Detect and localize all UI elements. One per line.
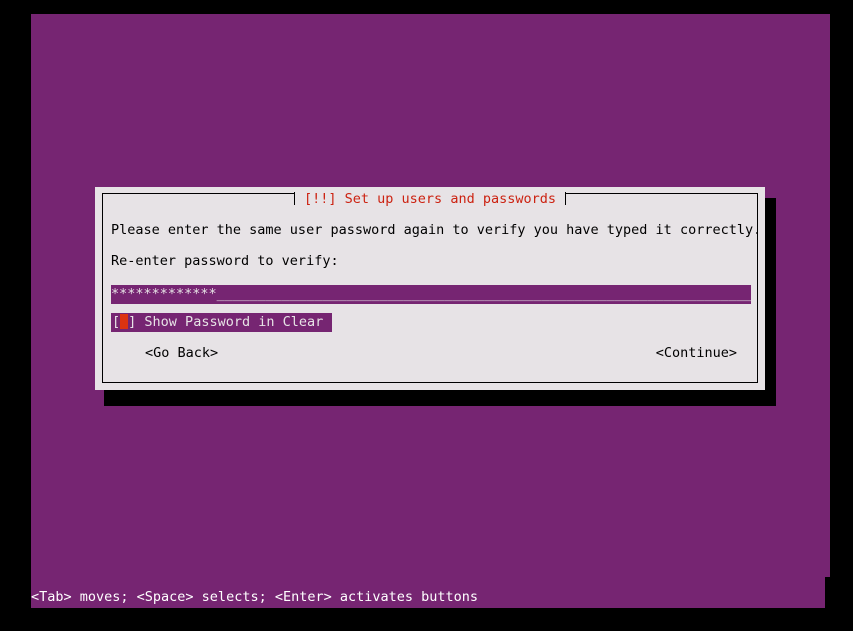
password-input[interactable]: *************___________________________… (111, 285, 751, 304)
continue-button[interactable]: <Continue> (656, 344, 737, 362)
password-prompt-label: Re-enter password to verify: (111, 253, 339, 269)
setup-users-dialog: [!!] Set up users and passwords Please e… (95, 187, 765, 390)
dialog-titlebar: [!!] Set up users and passwords (95, 190, 765, 207)
dialog-button-row: <Go Back> <Continue> (111, 344, 751, 362)
password-field-filler: ________________________________________… (216, 286, 751, 302)
dialog-title: [!!] Set up users and passwords (294, 191, 566, 207)
password-masked-value: ************* (111, 286, 217, 302)
checkbox-open-bracket: [ (112, 314, 121, 330)
go-back-button[interactable]: <Go Back> (145, 344, 218, 362)
intro-text: Please enter the same user password agai… (111, 222, 762, 238)
show-password-checkbox[interactable]: [] Show Password in Clear (111, 313, 333, 332)
dialog-body: Please enter the same user password agai… (111, 217, 761, 380)
checkbox-cursor (120, 314, 129, 329)
checkbox-label: Show Password in Clear (144, 314, 324, 330)
installer-screen: [!!] Set up users and passwords Please e… (0, 0, 853, 631)
status-bar-hints: <Tab> moves; <Space> selects; <Enter> ac… (31, 589, 479, 605)
